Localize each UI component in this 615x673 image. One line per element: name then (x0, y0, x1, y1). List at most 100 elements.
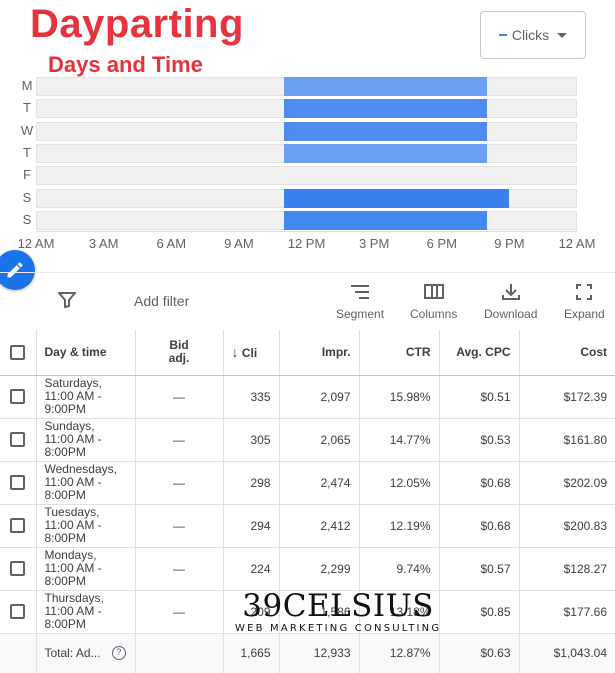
day-line: Saturdays, (44, 376, 102, 390)
table-row: Sundays, 11:00 AM -8:00PM — 305 2,065 14.… (0, 418, 615, 462)
metric-selector-dropdown[interactable]: Clicks (480, 11, 586, 59)
heatmap-day-label: T (23, 100, 31, 116)
heatmap-day-label: S (22, 211, 32, 227)
impr-cell: 2,412 (279, 504, 360, 548)
ctr-cell: 15.98% (359, 375, 440, 419)
col-impr[interactable]: Impr. (279, 330, 360, 376)
heatmap-bar[interactable] (283, 143, 487, 163)
cost-cell: $200.83 (519, 504, 615, 548)
filter-icon[interactable] (57, 291, 77, 314)
columns-label: Columns (410, 307, 458, 321)
col-clicks-label: Cli (241, 346, 258, 361)
heatmap-bar[interactable] (283, 121, 487, 141)
help-icon[interactable]: ? (111, 646, 126, 661)
total-cost: $1,043.04 (519, 633, 615, 673)
impr-cell: 2,097 (279, 375, 360, 419)
bid-adj-cell[interactable]: — (135, 547, 224, 591)
clicks-cell: 294 (223, 504, 280, 548)
day-line: Mondays, (44, 548, 97, 562)
row-checkbox[interactable] (10, 475, 26, 491)
col-avg-cpc[interactable]: Avg. CPC (439, 330, 520, 376)
bid-adj-cell[interactable]: — (135, 418, 224, 462)
expand-label: Expand (564, 307, 605, 321)
x-tick-label: 9 AM (224, 236, 254, 251)
total-label: Total: Ad... (44, 645, 101, 660)
x-tick-label: 9 PM (494, 236, 525, 251)
download-icon (501, 284, 520, 300)
day-time-cell: Thursdays, 11:00 AM -8:00PM (36, 590, 136, 634)
avg-cpc-cell: $0.68 (439, 461, 520, 505)
row-checkbox[interactable] (10, 604, 26, 620)
time-line: 11:00 AM - (44, 389, 102, 403)
day-line: Tuesdays, (44, 505, 100, 519)
day-line: Sundays, (44, 419, 95, 433)
row-select-cell (0, 375, 37, 419)
ctr-cell: 9.74% (359, 547, 440, 591)
expand-icon (576, 284, 593, 300)
row-select-cell (0, 418, 37, 462)
time-line: 11:00 AM - (44, 432, 102, 446)
pencil-icon (7, 262, 23, 278)
col-cost-label: Cost (580, 345, 607, 360)
col-ctr[interactable]: CTR (359, 330, 440, 376)
total-impr: 12,933 (279, 633, 360, 673)
row-checkbox[interactable] (10, 561, 26, 577)
impr-cell: 2,065 (279, 418, 360, 462)
segment-button[interactable]: Segment (336, 283, 384, 321)
columns-button[interactable]: Columns (410, 283, 457, 321)
total-ctr: 12.87% (359, 633, 440, 673)
cost-cell: $128.27 (519, 547, 615, 591)
col-clicks[interactable]: ↓ Cli (223, 330, 280, 376)
col-day-time-label: Day & time (44, 345, 107, 360)
day-line: Thursdays, (44, 591, 104, 605)
bid-adj-cell[interactable]: — (135, 504, 224, 548)
heatmap-bar[interactable] (283, 77, 487, 96)
table-row: Tuesdays, 11:00 AM -8:00PM — 294 2,412 12… (0, 504, 615, 548)
x-tick-label: 12 PM (287, 236, 326, 251)
segment-label: Segment (336, 307, 385, 321)
divider (0, 272, 615, 273)
total-label-cell: Total: Ad... ? (36, 633, 136, 673)
page-title: Dayparting (30, 2, 244, 46)
bid-adj-cell[interactable]: — (135, 461, 224, 505)
metric-selector-label: Clicks (511, 27, 550, 43)
col-ctr-label: CTR (405, 345, 431, 360)
time-line: 8:00PM (44, 574, 86, 588)
heatmap-day-label: M (21, 78, 33, 93)
add-filter-button[interactable]: Add filter (134, 293, 189, 309)
clicks-cell: 305 (223, 418, 280, 462)
row-checkbox[interactable] (10, 432, 26, 448)
heatmap-bar[interactable] (283, 210, 487, 230)
x-tick-label: 12 AM (558, 236, 596, 251)
avg-cpc-cell: $0.51 (439, 375, 520, 419)
table-row: Mondays, 11:00 AM -8:00PM — 224 2,299 9.7… (0, 547, 615, 591)
avg-cpc-cell: $0.53 (439, 418, 520, 462)
row-checkbox[interactable] (10, 389, 26, 405)
heatmap-day-label: T (23, 144, 31, 160)
x-tick-label: 12 AM (17, 236, 55, 251)
avg-cpc-cell: $0.57 (439, 547, 520, 591)
row-select-cell (0, 504, 37, 548)
col-avg-cpc-label: Avg. CPC (456, 345, 511, 360)
ctr-cell: 12.19% (359, 504, 440, 548)
day-time-cell: Saturdays, 11:00 AM -9:00PM (36, 375, 136, 419)
total-select-cell (0, 633, 37, 673)
heatmap-bar[interactable] (283, 188, 510, 208)
impr-cell: 2,299 (279, 547, 360, 591)
select-all-cell (0, 330, 37, 376)
bid-adj-cell[interactable]: — (135, 590, 224, 634)
col-day-time[interactable]: Day & time (36, 330, 136, 376)
table-header-row: Day & time Bid adj. ↓ Cli Impr. CTR Avg.… (0, 330, 615, 376)
row-checkbox[interactable] (10, 518, 26, 534)
bid-adj-cell[interactable]: — (135, 375, 224, 419)
ctr-cell: 14.77% (359, 418, 440, 462)
select-all-checkbox[interactable] (10, 344, 26, 360)
cost-cell: $202.09 (519, 461, 615, 505)
heatmap-bar[interactable] (283, 99, 487, 119)
col-bid-adj[interactable]: Bid adj. (135, 330, 224, 376)
x-tick-label: 6 AM (156, 236, 187, 251)
edit-fab-button[interactable] (0, 250, 35, 290)
download-button[interactable]: Download (484, 283, 537, 321)
col-cost[interactable]: Cost (519, 330, 615, 376)
expand-button[interactable]: Expand (564, 283, 605, 321)
